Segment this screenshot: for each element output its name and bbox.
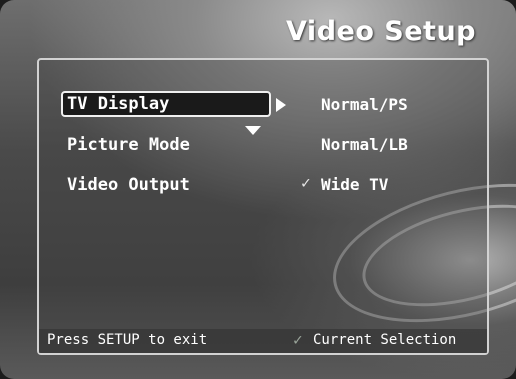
menu-item-picture-mode[interactable]: Picture Mode bbox=[61, 132, 271, 158]
footer-bar: Press SETUP to exit ✓ Current Selection bbox=[39, 329, 487, 353]
exit-hint: Press SETUP to exit bbox=[47, 332, 208, 348]
right-arrow-icon bbox=[276, 98, 286, 112]
option-wide-tv[interactable]: Wide TV bbox=[321, 173, 388, 197]
menu-item-tv-display[interactable]: TV Display bbox=[61, 91, 271, 117]
tv-screen: Video Setup TV Display Picture Mode Vide… bbox=[0, 0, 516, 379]
check-icon: ✓ bbox=[301, 173, 311, 192]
menu-panel: TV Display Picture Mode Video Output Nor… bbox=[37, 58, 489, 355]
option-normal-ps[interactable]: Normal/PS bbox=[321, 93, 408, 117]
menu-item-video-output[interactable]: Video Output bbox=[61, 172, 271, 198]
check-icon: ✓ bbox=[293, 330, 303, 349]
current-selection-legend: Current Selection bbox=[313, 332, 457, 348]
option-normal-lb[interactable]: Normal/LB bbox=[321, 133, 408, 157]
page-title: Video Setup bbox=[286, 16, 476, 47]
